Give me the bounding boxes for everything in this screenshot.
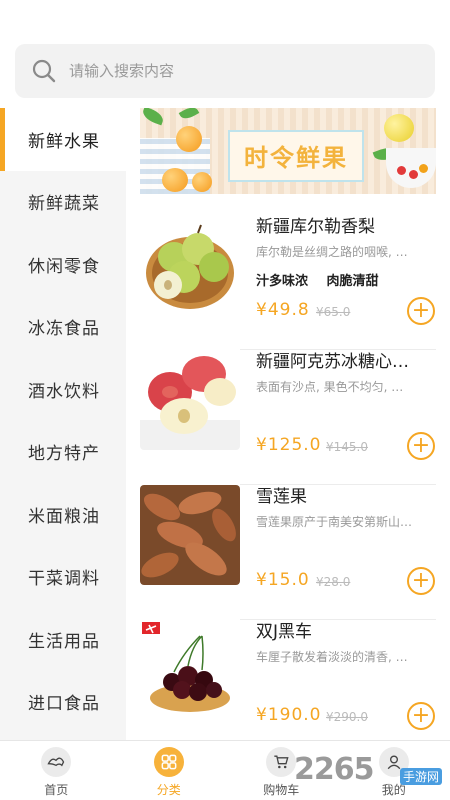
- site-watermark: 2265 手游网: [294, 748, 442, 796]
- banner-berry-image: [409, 170, 418, 179]
- product-description: 库尔勒是丝绸之路的咽喉, …: [256, 245, 408, 259]
- product-name: 新疆库尔勒香梨: [256, 217, 375, 237]
- search-input[interactable]: [69, 62, 409, 80]
- banner-orange-image: [162, 168, 188, 192]
- banner-berry-image: [419, 164, 428, 173]
- tab-home[interactable]: 首页: [0, 741, 113, 800]
- product-description: 雪莲果原产于南美安第斯山…: [256, 515, 413, 529]
- product-price: ¥190.0: [256, 705, 322, 725]
- product-item[interactable]: 新疆阿克苏冰糖心… 表面有沙点, 果色不均匀, … ¥125.0 ¥145.0 …: [140, 350, 436, 485]
- product-info: 双J黑车 车厘子散发着淡淡的清香, …: [256, 620, 436, 665]
- tab-category[interactable]: 分类: [113, 741, 226, 800]
- sidebar-item-grain-oil[interactable]: 米面粮油: [0, 483, 126, 546]
- sidebar-item-fresh-fruit[interactable]: 新鲜水果: [0, 108, 126, 171]
- category-sidebar: 新鲜水果 新鲜蔬菜 休闲零食 冰冻食品 酒水饮料 地方特产 米面粮油 干菜调料 …: [0, 108, 126, 740]
- sidebar-item-dried-seasoning[interactable]: 干菜调料: [0, 546, 126, 609]
- product-original-price: ¥290.0: [326, 710, 368, 724]
- category-banner[interactable]: 时令鲜果: [140, 108, 436, 194]
- product-price: ¥125.0: [256, 435, 322, 455]
- product-image-apple: [140, 350, 240, 450]
- sidebar-item-fresh-vegetables[interactable]: 新鲜蔬菜: [0, 171, 126, 234]
- add-to-cart-button[interactable]: +: [407, 297, 435, 325]
- plus-icon: +: [411, 568, 431, 593]
- banner-orange-image: [176, 126, 202, 152]
- product-item[interactable]: 双J黑车 车厘子散发着淡淡的清香, … ¥190.0 ¥290.0 +: [140, 620, 436, 740]
- product-name: 雪莲果: [256, 487, 307, 507]
- search-bar[interactable]: [15, 44, 435, 98]
- product-info: 雪莲果 雪莲果原产于南美安第斯山…: [256, 485, 436, 530]
- product-info: 新疆库尔勒香梨 库尔勒是丝绸之路的咽喉, … 汁多味浓 肉脆清甜: [256, 215, 436, 289]
- product-tags: 汁多味浓 肉脆清甜: [256, 270, 436, 289]
- sidebar-item-imported-food[interactable]: 进口食品: [0, 671, 126, 734]
- banner-orange-image: [192, 172, 212, 192]
- sidebar-item-frozen-food[interactable]: 冰冻食品: [0, 296, 126, 359]
- product-description: 表面有沙点, 果色不均匀, …: [256, 380, 404, 394]
- product-name: 双J黑车: [256, 622, 313, 642]
- plus-icon: +: [411, 298, 431, 323]
- product-original-price: ¥145.0: [326, 440, 368, 454]
- sidebar-item-drinks[interactable]: 酒水饮料: [0, 358, 126, 421]
- tab-label: 首页: [44, 783, 69, 797]
- add-to-cart-button[interactable]: +: [407, 432, 435, 460]
- tab-label: 分类: [156, 783, 181, 797]
- product-original-price: ¥65.0: [316, 305, 351, 319]
- home-icon: [41, 747, 72, 777]
- banner-title: 时令鲜果: [244, 144, 348, 172]
- category-icon: [153, 747, 184, 777]
- banner-berry-image: [397, 166, 406, 175]
- sidebar-item-snacks[interactable]: 休闲零食: [0, 233, 126, 296]
- product-item[interactable]: 新疆库尔勒香梨 库尔勒是丝绸之路的咽喉, … 汁多味浓 肉脆清甜 ¥49.8 ¥…: [140, 215, 436, 350]
- watermark-brand: 2265: [294, 752, 374, 787]
- product-item[interactable]: 雪莲果 雪莲果原产于南美安第斯山… ¥15.0 ¥28.0 +: [140, 485, 436, 620]
- product-image-pear: [140, 215, 240, 315]
- product-image-yacon: [140, 485, 240, 585]
- cart-icon: [266, 747, 297, 777]
- product-info: 新疆阿克苏冰糖心… 表面有沙点, 果色不均匀, …: [256, 350, 436, 395]
- product-tag: 肉脆清甜: [326, 274, 379, 289]
- product-price: ¥49.8: [256, 300, 310, 320]
- banner-lemon-image: [384, 114, 414, 142]
- product-list-area: 时令鲜果 新疆库尔勒香梨 库尔勒是丝绸之路的咽喉, … 汁多味浓 肉脆清甜 ¥4…: [140, 108, 436, 740]
- add-to-cart-button[interactable]: +: [407, 567, 435, 595]
- sidebar-item-local-specialties[interactable]: 地方特产: [0, 421, 126, 484]
- product-description: 车厘子散发着淡淡的清香, …: [256, 650, 408, 664]
- sidebar-item-daily-goods[interactable]: 生活用品: [0, 608, 126, 671]
- add-to-cart-button[interactable]: +: [407, 702, 435, 730]
- product-price: ¥15.0: [256, 570, 310, 590]
- plus-icon: +: [411, 703, 431, 728]
- product-image-cherry: [140, 620, 240, 720]
- watermark-sub: 手游网: [399, 768, 442, 785]
- plus-icon: +: [411, 433, 431, 458]
- product-tag: 汁多味浓: [256, 274, 309, 289]
- product-original-price: ¥28.0: [316, 575, 351, 589]
- product-name: 新疆阿克苏冰糖心…: [256, 352, 409, 372]
- search-icon: [31, 58, 57, 84]
